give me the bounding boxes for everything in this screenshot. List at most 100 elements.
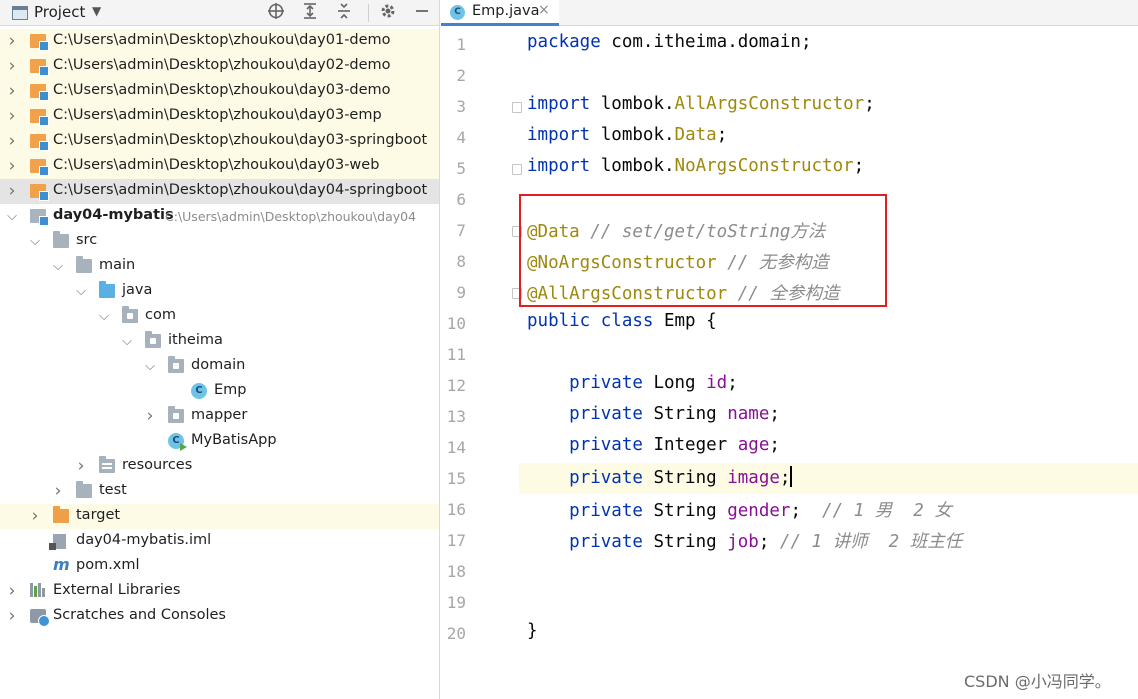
tree-item-label: C:\Users\admin\Desktop\zhoukou\day01-dem… xyxy=(53,32,391,48)
chevron-right-icon[interactable]: › xyxy=(5,129,19,154)
code-token: package xyxy=(527,32,612,52)
chevron-down-icon[interactable]: ⌵ xyxy=(51,254,65,279)
tree-item[interactable]: C MyBatisApp xyxy=(0,429,439,454)
tree-item[interactable]: C Emp xyxy=(0,379,439,404)
tree-item[interactable]: › Scratches and Consoles xyxy=(0,604,439,629)
tree-item[interactable]: day04-mybatis.iml xyxy=(0,529,439,554)
fold-icon[interactable] xyxy=(512,102,522,113)
line-number: 9 xyxy=(456,283,466,302)
tree-item[interactable]: › test xyxy=(0,479,439,504)
tree-item[interactable]: ⌵ com xyxy=(0,304,439,329)
tree-item[interactable]: › C:\Users\admin\Desktop\zhoukou\day02-de… xyxy=(0,54,439,79)
tree-item[interactable]: › External Libraries xyxy=(0,579,439,604)
package-icon xyxy=(168,356,184,373)
code-token: ; xyxy=(758,532,780,552)
code-line: private String name; xyxy=(527,404,780,424)
code-token: private xyxy=(569,373,654,393)
package-icon xyxy=(145,331,161,348)
select-opened-file-icon[interactable] xyxy=(265,2,287,24)
code-token: lombok. xyxy=(600,94,675,114)
tree-item[interactable]: ⌵ java xyxy=(0,279,439,304)
project-view-selector[interactable]: Project xyxy=(34,3,85,21)
tree-item[interactable]: ⌵ main xyxy=(0,254,439,279)
tree-item[interactable]: › resources xyxy=(0,454,439,479)
class-icon: C xyxy=(450,5,465,20)
project-tree: › C:\Users\admin\Desktop\zhoukou\day01-de… xyxy=(0,29,439,629)
code-token: Data xyxy=(674,125,717,145)
project-panel: Project ▼ › C:\Users\admin\Desktop\zhouko… xyxy=(0,0,440,699)
tree-item[interactable]: ⌵ itheima xyxy=(0,329,439,354)
chevron-down-icon[interactable]: ⌵ xyxy=(120,329,134,354)
code-token: // 1 讲师 2 班主任 xyxy=(779,532,963,552)
chevron-down-icon[interactable]: ⌵ xyxy=(74,279,88,304)
tree-item-label: resources xyxy=(122,457,193,473)
chevron-right-icon[interactable]: › xyxy=(28,504,42,529)
code-line: import lombok.AllArgsConstructor; xyxy=(527,94,875,114)
chevron-right-icon[interactable]: › xyxy=(74,454,88,479)
code-editor[interactable]: 1 2 3 4 5 6 7 8 9 10 11 12 13 14 15 16 17 18 19 20 package … xyxy=(441,27,1138,699)
module-icon xyxy=(30,34,49,51)
tree-item[interactable]: ⌵ src xyxy=(0,229,439,254)
line-number: 20 xyxy=(446,624,466,643)
tree-item-label: pom.xml xyxy=(76,557,140,573)
chevron-right-icon[interactable]: › xyxy=(5,604,19,629)
tree-item[interactable]: › C:\Users\admin\Desktop\zhoukou\day03-we… xyxy=(0,154,439,179)
chevron-right-icon[interactable]: › xyxy=(143,404,157,429)
line-number: 15 xyxy=(446,469,466,488)
tree-item[interactable]: › C:\Users\admin\Desktop\zhoukou\day03-sp… xyxy=(0,129,439,154)
project-panel-header: Project ▼ xyxy=(0,0,439,26)
module-icon xyxy=(30,159,49,176)
source-folder-icon xyxy=(99,281,115,298)
chevron-right-icon[interactable]: › xyxy=(51,479,65,504)
tree-item-label: C:\Users\admin\Desktop\zhoukou\day02-dem… xyxy=(53,57,391,73)
fold-icon[interactable] xyxy=(512,164,522,175)
code-token: Integer xyxy=(653,435,738,455)
code-line: private String job; // 1 讲师 2 班主任 xyxy=(527,528,962,553)
chevron-down-icon[interactable]: ⌵ xyxy=(97,304,111,329)
chevron-down-icon[interactable]: ⌵ xyxy=(143,354,157,379)
chevron-right-icon[interactable]: › xyxy=(5,579,19,604)
module-gray-icon xyxy=(30,209,49,226)
tree-item[interactable]: › C:\Users\admin\Desktop\zhoukou\day04-sp… xyxy=(0,179,439,204)
chevron-right-icon[interactable]: › xyxy=(5,54,19,79)
line-number: 19 xyxy=(446,593,466,612)
tree-item[interactable]: › C:\Users\admin\Desktop\zhoukou\day01-de… xyxy=(0,29,439,54)
collapse-all-icon[interactable] xyxy=(333,2,355,24)
expand-all-icon[interactable] xyxy=(299,2,321,24)
chevron-right-icon[interactable]: › xyxy=(5,104,19,129)
chevron-right-icon[interactable]: › xyxy=(5,29,19,54)
line-number: 4 xyxy=(456,128,466,147)
close-icon[interactable]: × xyxy=(538,2,550,18)
chevron-right-icon[interactable]: › xyxy=(5,79,19,104)
tree-item-label: day04-mybatis xyxy=(53,207,174,223)
tab-emp-java[interactable]: C Emp.java × xyxy=(441,0,559,26)
tree-item-label: com xyxy=(145,307,176,323)
tree-item[interactable]: m pom.xml xyxy=(0,554,439,579)
line-number-gutter: 1 2 3 4 5 6 7 8 9 10 11 12 13 14 15 16 17 18 19 20 xyxy=(441,27,522,699)
gear-icon[interactable] xyxy=(377,2,399,24)
tree-item[interactable]: ⌵ day04-mybatis C:\Users\admin\Desktop\zho… xyxy=(0,204,439,229)
code-token: ; xyxy=(769,435,780,455)
module-icon xyxy=(30,84,49,101)
chevron-down-icon[interactable]: ▼ xyxy=(92,4,101,18)
module-icon xyxy=(30,59,49,76)
tree-item[interactable]: › mapper xyxy=(0,404,439,429)
tree-item-label: java xyxy=(122,282,153,298)
code-token: public class xyxy=(527,311,664,331)
chevron-right-icon[interactable]: › xyxy=(5,154,19,179)
tree-item[interactable]: › C:\Users\admin\Desktop\zhoukou\day03-em… xyxy=(0,104,439,129)
tree-item[interactable]: › C:\Users\admin\Desktop\zhoukou\day03-de… xyxy=(0,79,439,104)
chevron-down-icon[interactable]: ⌵ xyxy=(5,204,19,229)
chevron-down-icon[interactable]: ⌵ xyxy=(28,229,42,254)
minimize-icon[interactable] xyxy=(411,2,433,24)
chevron-right-icon[interactable]: › xyxy=(5,179,19,204)
code-token: private xyxy=(569,532,654,552)
tree-item-label: day04-mybatis.iml xyxy=(76,532,212,548)
tree-item[interactable]: ⌵ domain xyxy=(0,354,439,379)
project-window-icon xyxy=(12,6,28,20)
code-token: // 1 男 2 女 xyxy=(822,501,952,521)
tree-item[interactable]: › target xyxy=(0,504,439,529)
